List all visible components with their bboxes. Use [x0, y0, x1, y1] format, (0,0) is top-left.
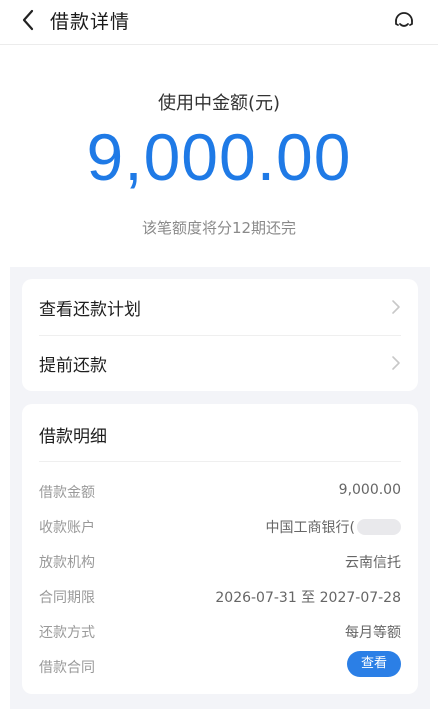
customer-service-button[interactable] — [390, 6, 418, 34]
detail-row-repayment-method: 还款方式 每月等额 — [39, 622, 401, 646]
customer-service-icon — [395, 12, 413, 27]
amount-summary: 使用中金额(元) 9,000.00 该笔额度将分12期还完 — [0, 45, 438, 267]
detail-row-term: 合同期限 2026-07-31 至 2027-07-28 — [39, 587, 401, 611]
detail-row-account: 收款账户 中国工商银行( — [39, 517, 401, 541]
row-key: 还款方式 — [39, 625, 95, 641]
detail-row-amount: 借款金额 9,000.00 — [39, 482, 401, 506]
view-repayment-plan-item[interactable]: 查看还款计划 — [22, 279, 418, 335]
top-bar: 借款详情 — [0, 0, 438, 45]
row-key: 放款机构 — [39, 555, 95, 571]
row-key: 收款账户 — [39, 520, 95, 536]
chevron-right-icon — [392, 300, 400, 314]
divider — [39, 461, 401, 462]
repayment-menu-card: 查看还款计划 提前还款 — [22, 279, 418, 391]
view-repayment-plan-label: 查看还款计划 — [39, 300, 141, 320]
row-value: 中国工商银行( — [265, 520, 355, 536]
back-button[interactable] — [14, 6, 42, 34]
row-value: 每月等额 — [345, 625, 401, 641]
row-value-wrap: 中国工商银行( — [266, 517, 401, 537]
chevron-left-icon — [22, 9, 34, 31]
loan-detail-title: 借款明细 — [39, 427, 107, 447]
row-value: 9,000.00 — [338, 482, 401, 498]
early-repayment-item[interactable]: 提前还款 — [22, 335, 418, 391]
row-value: 云南信托 — [345, 555, 401, 571]
chevron-right-icon — [392, 356, 400, 370]
amount-label: 使用中金额(元) — [157, 93, 281, 114]
page: 借款详情 使用中金额(元) 9,000.00 该笔额度将分12期还完 查看还款计… — [0, 0, 438, 709]
masked-account-number — [357, 519, 401, 535]
detail-row-contract: 借款合同 查看 — [39, 651, 401, 681]
row-value: 2026-07-31 至 2027-07-28 — [215, 590, 401, 606]
early-repayment-label: 提前还款 — [39, 356, 107, 376]
row-key: 借款金额 — [39, 485, 95, 501]
row-key: 借款合同 — [39, 660, 95, 676]
amount-value: 9,000.00 — [86, 120, 352, 194]
page-title: 借款详情 — [50, 11, 131, 33]
row-key: 合同期限 — [39, 590, 95, 606]
view-contract-button[interactable]: 查看 — [347, 651, 401, 677]
loan-detail-card: 借款明细 借款金额 9,000.00 收款账户 中国工商银行( 放款机构 云南信… — [22, 404, 418, 694]
detail-row-lender: 放款机构 云南信托 — [39, 552, 401, 576]
installment-note: 该笔额度将分12期还完 — [141, 219, 297, 237]
